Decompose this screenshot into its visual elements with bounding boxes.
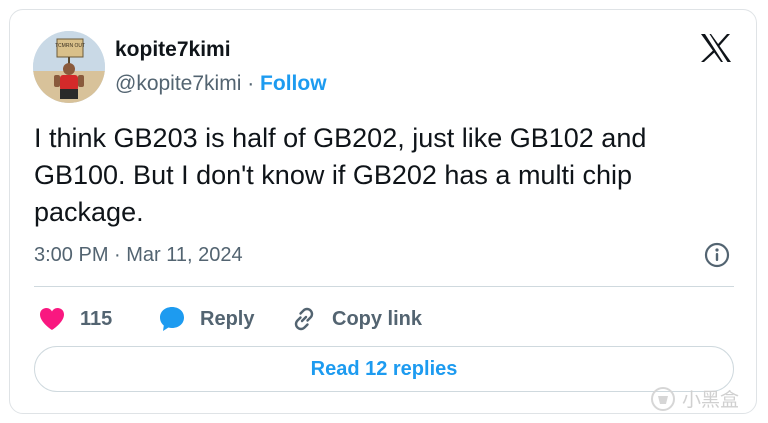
like-count: 115 (80, 307, 113, 330)
link-icon (294, 307, 314, 331)
avatar[interactable]: TCMRN OUT (33, 31, 105, 103)
tweet-text: I think GB203 is half of GB202, just lik… (34, 123, 647, 227)
like-button[interactable]: 115 (38, 302, 112, 336)
watermark-text: 小黑盒 (682, 390, 740, 411)
speech-bubble-icon (160, 307, 184, 331)
watermark-logo-icon (651, 386, 675, 411)
author-handle-row: @kopite7kimi · Follow (115, 72, 327, 96)
read-replies-button[interactable]: Read 12 replies (34, 346, 734, 392)
author-handle[interactable]: @kopite7kimi (115, 72, 241, 95)
tweet-timestamp[interactable]: 3:00 PM · Mar 11, 2024 (34, 244, 243, 267)
follow-button[interactable]: Follow (260, 72, 327, 95)
watermark: 小黑盒 (650, 385, 739, 412)
read-replies-label: Read 12 replies (310, 357, 458, 380)
avatar-sign-line1: TCMRN OUT (55, 43, 85, 49)
x-logo-icon[interactable] (700, 33, 732, 63)
divider (34, 286, 734, 287)
heart-icon (40, 308, 64, 330)
tweet-card: TCMRN OUT kopite7kimi @kopite7kimi · Fol… (9, 9, 757, 414)
author-display-name[interactable]: kopite7kimi (115, 38, 231, 62)
reply-label: Reply (200, 307, 255, 330)
info-icon[interactable] (704, 242, 730, 268)
copy-link-label: Copy link (332, 307, 423, 330)
handle-separator: · (247, 72, 255, 95)
reply-button[interactable]: Reply (158, 302, 254, 336)
copy-link-button[interactable]: Copy link (290, 302, 422, 336)
